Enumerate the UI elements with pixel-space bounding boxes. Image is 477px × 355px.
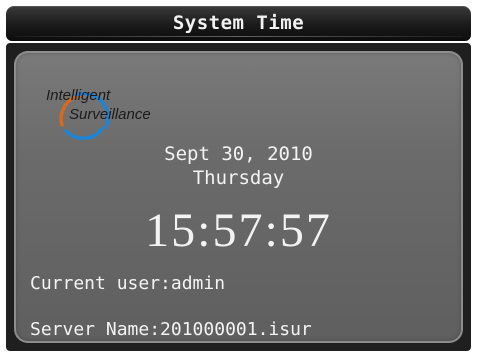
system-time-screen: System Time Intelligent Surveillance Sep… xyxy=(0,0,477,355)
logo-text-line2: Surveillance xyxy=(69,106,151,123)
server-name-text: Server Name:201000001.isur xyxy=(30,319,312,340)
weekday-text: Thursday xyxy=(192,167,285,189)
title-bar: System Time xyxy=(6,6,471,41)
info-panel: Intelligent Surveillance Sept 30, 2010 T… xyxy=(14,51,463,343)
date-text: Sept 30, 2010 xyxy=(164,143,313,165)
clock-time: 15:57:57 xyxy=(145,204,332,257)
current-user-text: Current user:admin xyxy=(30,273,226,294)
logo-text-line1: Intelligent xyxy=(46,87,111,104)
window-title: System Time xyxy=(172,12,305,34)
main-frame: Intelligent Surveillance Sept 30, 2010 T… xyxy=(6,43,471,351)
intelligent-surveillance-logo: Intelligent Surveillance xyxy=(36,81,196,151)
